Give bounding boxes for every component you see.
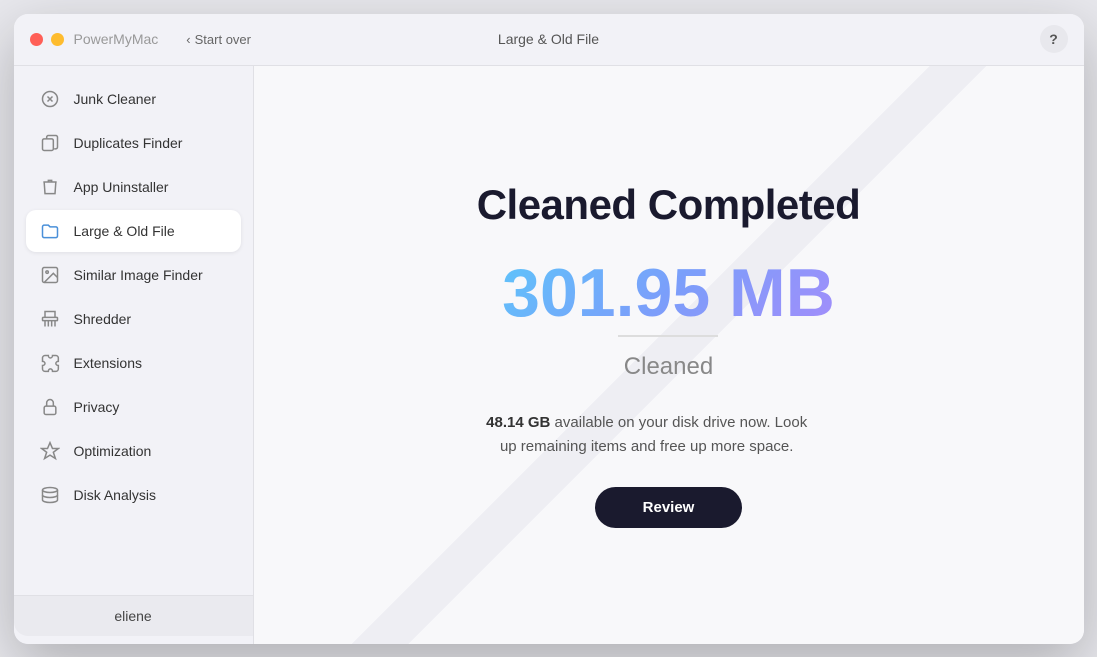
cleaned-completed-heading: Cleaned Completed xyxy=(477,181,861,229)
sidebar-item-disk-analysis[interactable]: Disk Analysis xyxy=(26,474,241,516)
traffic-lights xyxy=(30,33,64,46)
sidebar-item-duplicates-finder-label: Duplicates Finder xyxy=(74,135,183,151)
main-content: Junk Cleaner Duplicates Finder xyxy=(14,66,1084,644)
help-button[interactable]: ? xyxy=(1040,25,1068,53)
sidebar: Junk Cleaner Duplicates Finder xyxy=(14,66,254,644)
sidebar-item-similar-image-finder[interactable]: Similar Image Finder xyxy=(26,254,241,296)
sidebar-item-extensions[interactable]: Extensions xyxy=(26,342,241,384)
sidebar-item-optimization[interactable]: Optimization xyxy=(26,430,241,472)
duplicates-finder-icon xyxy=(38,131,62,155)
username-label: eliene xyxy=(114,608,151,624)
title-bar: PowerMyMac ‹ Start over Large & Old File… xyxy=(14,14,1084,66)
cleaned-label: Cleaned xyxy=(477,353,861,381)
sidebar-item-duplicates-finder[interactable]: Duplicates Finder xyxy=(26,122,241,164)
review-button[interactable]: Review xyxy=(595,487,743,528)
optimization-icon xyxy=(38,439,62,463)
app-name-label: PowerMyMac xyxy=(74,31,159,47)
chevron-left-icon: ‹ xyxy=(186,32,190,47)
large-old-file-icon xyxy=(38,219,62,243)
sidebar-item-large-old-file[interactable]: Large & Old File xyxy=(26,210,241,252)
start-over-button[interactable]: ‹ Start over xyxy=(178,28,259,51)
sidebar-item-junk-cleaner[interactable]: Junk Cleaner xyxy=(26,78,241,120)
cleaned-amount-value: 301.95 MB xyxy=(477,259,861,327)
junk-cleaner-icon xyxy=(38,87,62,111)
disk-analysis-icon xyxy=(38,483,62,507)
content-inner: Cleaned Completed 301.95 MB Cleaned 48.1… xyxy=(477,181,861,528)
sidebar-item-app-uninstaller[interactable]: App Uninstaller xyxy=(26,166,241,208)
similar-image-finder-icon xyxy=(38,263,62,287)
available-gb-value: 48.14 GB xyxy=(486,414,550,431)
available-text: 48.14 GB available on your disk drive no… xyxy=(477,411,817,459)
cleaned-divider xyxy=(618,335,718,337)
sidebar-item-disk-analysis-label: Disk Analysis xyxy=(74,487,156,503)
sidebar-user: eliene xyxy=(14,595,253,636)
sidebar-item-shredder-label: Shredder xyxy=(74,311,132,327)
sidebar-item-large-old-file-label: Large & Old File xyxy=(74,223,175,239)
content-area: Cleaned Completed 301.95 MB Cleaned 48.1… xyxy=(254,66,1084,644)
close-button[interactable] xyxy=(30,33,43,46)
sidebar-item-privacy[interactable]: Privacy xyxy=(26,386,241,428)
page-title: Large & Old File xyxy=(498,31,599,47)
app-uninstaller-icon xyxy=(38,175,62,199)
sidebar-items: Junk Cleaner Duplicates Finder xyxy=(14,74,253,595)
sidebar-item-junk-cleaner-label: Junk Cleaner xyxy=(74,91,157,107)
app-window: PowerMyMac ‹ Start over Large & Old File… xyxy=(14,14,1084,644)
privacy-icon xyxy=(38,395,62,419)
sidebar-item-privacy-label: Privacy xyxy=(74,399,120,415)
sidebar-item-optimization-label: Optimization xyxy=(74,443,152,459)
extensions-icon xyxy=(38,351,62,375)
sidebar-item-app-uninstaller-label: App Uninstaller xyxy=(74,179,169,195)
shredder-icon xyxy=(38,307,62,331)
minimize-button[interactable] xyxy=(51,33,64,46)
sidebar-item-extensions-label: Extensions xyxy=(74,355,142,371)
sidebar-item-similar-image-finder-label: Similar Image Finder xyxy=(74,267,203,283)
sidebar-item-shredder[interactable]: Shredder xyxy=(26,298,241,340)
